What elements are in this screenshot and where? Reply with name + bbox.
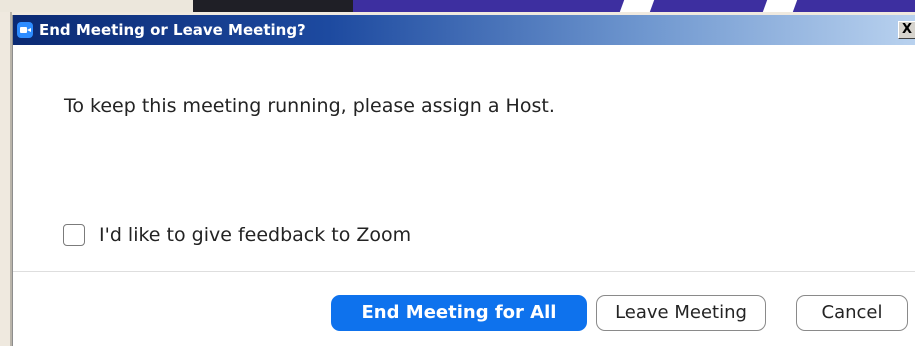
background-app-stripe — [619, 0, 655, 12]
close-button[interactable]: X — [898, 21, 915, 39]
zoom-camera-icon — [17, 22, 33, 38]
feedback-option[interactable]: I'd like to give feedback to Zoom — [63, 224, 411, 246]
feedback-checkbox[interactable] — [63, 224, 85, 246]
dialog-titlebar[interactable]: End Meeting or Leave Meeting? X — [13, 15, 915, 45]
footer-divider — [13, 271, 915, 272]
background-app-dark-panel — [193, 0, 353, 12]
cancel-button[interactable]: Cancel — [796, 295, 908, 331]
end-meeting-dialog: End Meeting or Leave Meeting? X To keep … — [12, 15, 915, 346]
dialog-title: End Meeting or Leave Meeting? — [39, 21, 306, 39]
background-app-stripe — [762, 0, 798, 12]
dialog-message: To keep this meeting running, please ass… — [64, 95, 555, 117]
end-meeting-for-all-button[interactable]: End Meeting for All — [331, 295, 587, 331]
feedback-checkbox-label[interactable]: I'd like to give feedback to Zoom — [99, 224, 411, 246]
leave-meeting-button[interactable]: Leave Meeting — [596, 295, 766, 331]
